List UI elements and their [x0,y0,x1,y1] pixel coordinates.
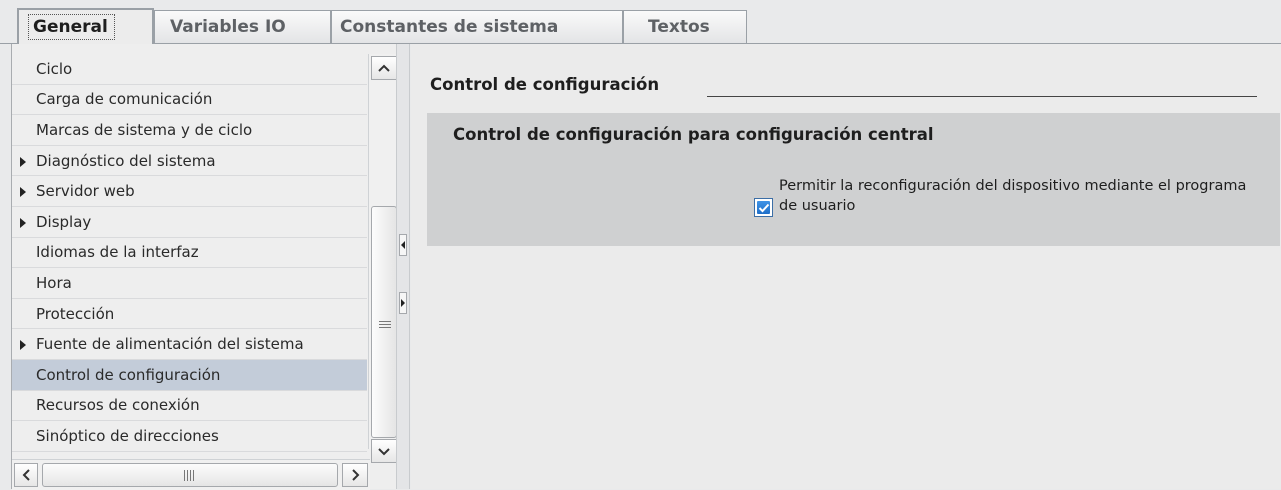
group-title: Control de configuración para configurac… [453,125,934,144]
scroll-left-button[interactable] [14,463,38,487]
scroll-left-icon [22,469,30,481]
scroll-right-icon [351,469,359,481]
expand-right-button[interactable] [399,292,407,314]
tab-label: Variables IO [170,17,286,37]
properties-content: Control de configuración Control de conf… [411,44,1281,489]
tab-label: Textos [648,17,710,37]
nav-item-label: Ciclo [36,59,73,78]
nav-item-fuente-de-alimentacion[interactable]: Fuente de alimentación del sistema [12,329,367,360]
navigation-list: Ciclo Carga de comunicación Marcas de si… [12,54,367,452]
grip-icon [184,470,196,481]
horizontal-scroll-thumb[interactable] [42,463,338,487]
nav-item-label: Carga de comunicación [36,90,213,109]
scroll-right-button[interactable] [342,463,368,487]
expand-arrow-icon[interactable] [20,156,26,167]
section-divider [707,96,1257,97]
nav-item-carga-de-comunicacion[interactable]: Carga de comunicación [12,85,367,116]
scroll-down-button[interactable] [371,439,397,463]
nav-item-proteccion[interactable]: Protección [12,299,367,330]
tab-textos[interactable]: Textos [623,10,747,43]
expand-right-icon [401,299,405,307]
grip-icon [379,321,391,330]
checkbox-fill [757,201,770,214]
horizontal-scrollbar[interactable] [12,459,370,490]
nav-item-label: Control de configuración [36,365,221,384]
nav-item-display[interactable]: Display [12,207,367,238]
tab-constantes-de-sistema[interactable]: Constantes de sistema [331,10,623,43]
scroll-up-button[interactable] [371,56,397,80]
nav-item-recursos-de-conexion[interactable]: Recursos de conexión [12,391,367,422]
expand-arrow-icon[interactable] [20,187,26,198]
nav-item-idiomas-de-la-interfaz[interactable]: Idiomas de la interfaz [12,238,367,269]
tab-variables-io[interactable]: Variables IO [154,10,331,43]
expand-arrow-icon[interactable] [20,217,26,228]
nav-item-label: Hora [36,273,72,292]
tab-label: General [28,14,115,40]
nav-item-label: Recursos de conexión [36,396,200,415]
allow-reconfiguration-checkbox[interactable] [754,198,773,217]
tab-general[interactable]: General [17,8,154,44]
nav-item-label: Display [36,212,92,231]
nav-item-sinoptico-de-direcciones[interactable]: Sinóptico de direcciones [12,421,367,452]
nav-item-label: Diagnóstico del sistema [36,151,216,170]
tab-label: Constantes de sistema [340,17,559,37]
checkbox-label[interactable]: Permitir la reconfiguración del disposit… [779,176,1269,216]
nav-item-ciclo[interactable]: Ciclo [12,54,367,85]
nav-item-label: Sinóptico de direcciones [36,426,219,445]
nav-item-label: Protección [36,304,115,323]
nav-item-label: Idiomas de la interfaz [36,243,199,262]
section-title: Control de configuración [430,75,660,94]
navigation-panel: Ciclo Carga de comunicación Marcas de si… [11,44,400,490]
nav-item-hora[interactable]: Hora [12,268,367,299]
nav-item-marcas-de-sistema-y-de-ciclo[interactable]: Marcas de sistema y de ciclo [12,115,367,146]
nav-item-diagnostico-del-sistema[interactable]: Diagnóstico del sistema [12,146,367,177]
scroll-up-icon [378,64,390,72]
expand-arrow-icon[interactable] [20,340,26,351]
scroll-down-icon [378,447,390,455]
nav-item-label: Servidor web [36,182,135,201]
collapse-left-button[interactable] [399,234,407,256]
panel-splitter[interactable] [396,44,410,489]
nav-item-control-de-configuracion[interactable]: Control de configuración [12,359,367,391]
collapse-left-icon [401,241,405,249]
nav-item-servidor-web[interactable]: Servidor web [12,176,367,207]
tab-bar: General Variables IO Constantes de siste… [0,0,1281,44]
vertical-scroll-thumb[interactable] [371,206,397,438]
checkmark-icon [758,203,769,212]
nav-item-label: Marcas de sistema y de ciclo [36,120,253,139]
settings-group: Control de configuración para configurac… [427,113,1280,246]
nav-item-label: Fuente de alimentación del sistema [36,335,304,354]
